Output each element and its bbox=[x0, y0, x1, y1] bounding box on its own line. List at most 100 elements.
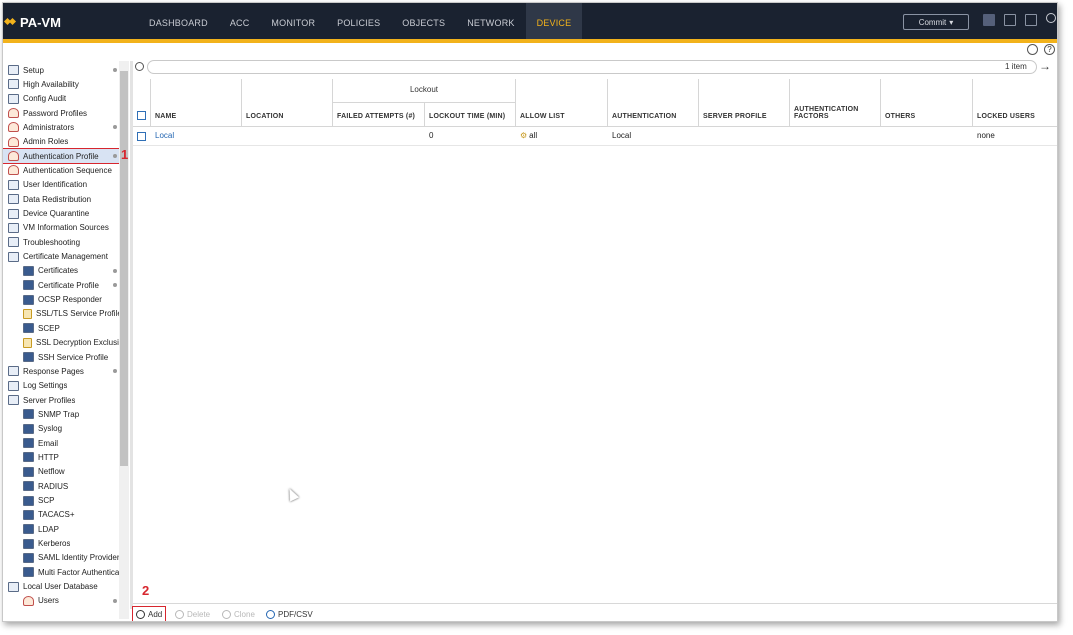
sidebar-item-kerberos[interactable]: Kerberos bbox=[3, 537, 121, 551]
sidebar-icon bbox=[23, 337, 32, 348]
sidebar-item-label: User Identification bbox=[23, 180, 88, 190]
help-icon[interactable]: ? bbox=[1044, 44, 1055, 55]
task-manager-icon[interactable] bbox=[1025, 14, 1037, 26]
sidebar-item-ssl-tls-service-profile[interactable]: SSL/TLS Service Profile bbox=[3, 307, 121, 321]
sidebar-item-label: Certificates bbox=[38, 266, 79, 276]
status-dot bbox=[113, 283, 117, 288]
sidebar-icon bbox=[8, 93, 19, 104]
sidebar-item-ssh-service-profile[interactable]: SSH Service Profile bbox=[3, 350, 121, 364]
sidebar-icon bbox=[8, 194, 19, 205]
nav-tab-dashboard[interactable]: DASHBOARD bbox=[138, 3, 219, 39]
sidebar-item-high-availability[interactable]: High Availability bbox=[3, 77, 121, 91]
sidebar-icon bbox=[23, 567, 34, 578]
sidebar-item-netflow[interactable]: Netflow bbox=[3, 465, 121, 479]
sidebar-icon bbox=[8, 179, 19, 190]
sidebar-item-ocsp-responder[interactable]: OCSP Responder bbox=[3, 293, 121, 307]
sidebar-item-ssl-decryption-exclusion[interactable]: SSL Decryption Exclusion bbox=[3, 336, 121, 350]
add-button[interactable]: Add bbox=[131, 606, 167, 621]
nav-tab-acc[interactable]: ACC bbox=[219, 3, 261, 39]
sidebar-item-radius[interactable]: RADIUS bbox=[3, 479, 121, 493]
sidebar-icon bbox=[8, 380, 19, 391]
sidebar-item-multi-factor-authentication[interactable]: Multi Factor Authentication bbox=[3, 565, 121, 579]
global-search-icon[interactable] bbox=[1046, 13, 1056, 23]
filter-input[interactable] bbox=[147, 60, 1037, 74]
divider bbox=[983, 14, 995, 26]
sidebar-item-snmp-trap[interactable]: SNMP Trap bbox=[3, 407, 121, 421]
column-header-allow-list[interactable]: ALLOW LIST bbox=[516, 79, 608, 127]
pdf-csv-button[interactable]: PDF/CSV bbox=[266, 607, 313, 621]
sidebar-item-saml-identity-provider[interactable]: SAML Identity Provider bbox=[3, 551, 121, 565]
sidebar-item-http[interactable]: HTTP bbox=[3, 450, 121, 464]
sidebar-item-log-settings[interactable]: Log Settings bbox=[3, 379, 121, 393]
sidebar-item-syslog[interactable]: Syslog bbox=[3, 422, 121, 436]
column-header-location[interactable]: LOCATION bbox=[242, 79, 333, 127]
cell-name[interactable]: Local bbox=[155, 131, 174, 140]
column-header-others[interactable]: OTHERS bbox=[881, 79, 973, 127]
sidebar-item-local-user-database[interactable]: Local User Database bbox=[3, 580, 121, 594]
nav-tab-monitor[interactable]: MONITOR bbox=[260, 3, 326, 39]
sidebar-item-certificate-profile[interactable]: Certificate Profile bbox=[3, 278, 121, 292]
column-header-authentication-factors[interactable]: AUTHENTICATION FACTORS bbox=[790, 79, 881, 127]
column-header-locked-users[interactable]: LOCKED USERS bbox=[973, 79, 1057, 127]
config-lock-icon[interactable] bbox=[1004, 14, 1016, 26]
sidebar-item-authentication-profile[interactable]: Authentication Profile bbox=[3, 148, 122, 165]
sidebar-icon bbox=[23, 409, 34, 420]
sidebar-item-label: Server Profiles bbox=[23, 395, 76, 405]
column-header-server-profile[interactable]: SERVER PROFILE bbox=[699, 79, 790, 127]
sidebar-item-server-profiles[interactable]: Server Profiles bbox=[3, 393, 121, 407]
nav-tab-network[interactable]: NETWORK bbox=[456, 3, 525, 39]
sidebar-item-users[interactable]: Users bbox=[3, 594, 121, 608]
annotation-2: 2 bbox=[142, 583, 150, 598]
nav-tab-device[interactable]: DEVICE bbox=[525, 3, 583, 39]
sidebar-item-setup[interactable]: Setup bbox=[3, 63, 121, 77]
status-dot bbox=[113, 154, 117, 159]
sidebar-icon bbox=[23, 294, 34, 305]
sidebar-item-admin-roles[interactable]: Admin Roles bbox=[3, 135, 121, 149]
sidebar-item-data-redistribution[interactable]: Data Redistribution bbox=[3, 192, 121, 206]
sidebar-item-user-identification[interactable]: User Identification bbox=[3, 178, 121, 192]
pdf-icon bbox=[266, 609, 275, 619]
scrollbar-thumb[interactable] bbox=[120, 71, 128, 466]
sidebar-item-label: Data Redistribution bbox=[23, 194, 92, 204]
status-dot bbox=[113, 369, 117, 374]
sidebar-item-email[interactable]: Email bbox=[3, 436, 121, 450]
sidebar-item-tacacs-[interactable]: TACACS+ bbox=[3, 508, 121, 522]
sidebar-item-label: Syslog bbox=[38, 424, 63, 434]
sidebar-item-config-audit[interactable]: Config Audit bbox=[3, 92, 121, 106]
sidebar-item-scep[interactable]: SCEP bbox=[3, 321, 121, 335]
sidebar-item-password-profiles[interactable]: Password Profiles bbox=[3, 106, 121, 120]
sidebar-item-administrators[interactable]: Administrators bbox=[3, 120, 121, 134]
sidebar-item-device-quarantine[interactable]: Device Quarantine bbox=[3, 207, 121, 221]
sidebar-item-certificate-management[interactable]: Certificate Management bbox=[3, 250, 121, 264]
nav-tab-objects[interactable]: OBJECTS bbox=[391, 3, 456, 39]
sidebar-icon bbox=[8, 395, 19, 406]
delete-button[interactable]: Delete bbox=[175, 607, 210, 621]
commit-button[interactable]: Commit ▾ bbox=[903, 14, 969, 30]
top-bar: PA-VM DASHBOARD ACC MONITOR POLICIES OBJECTS… bbox=[3, 3, 1057, 39]
sidebar-item-ldap[interactable]: LDAP bbox=[3, 522, 121, 536]
column-header-name[interactable]: NAME bbox=[151, 79, 242, 127]
column-header-label: LOCKED USERS bbox=[977, 113, 1036, 120]
sidebar-item-certificates[interactable]: Certificates bbox=[3, 264, 121, 278]
nav-tab-policies[interactable]: POLICIES bbox=[326, 3, 391, 39]
row-checkbox[interactable] bbox=[137, 132, 146, 141]
column-header-failed-attempts-[interactable]: FAILED ATTEMPTS (#) bbox=[333, 103, 425, 127]
sidebar-item-label: Response Pages bbox=[23, 366, 84, 376]
refresh-icon[interactable] bbox=[1027, 44, 1038, 55]
sidebar-scrollbar[interactable] bbox=[119, 61, 129, 619]
sidebar-item-scp[interactable]: SCP bbox=[3, 494, 121, 508]
select-all-header bbox=[133, 79, 151, 127]
sidebar-item-troubleshooting[interactable]: Troubleshooting bbox=[3, 235, 121, 249]
sidebar-item-response-pages[interactable]: Response Pages bbox=[3, 364, 121, 378]
apply-filter-icon[interactable]: → bbox=[1039, 59, 1051, 73]
sidebar-item-authentication-sequence[interactable]: Authentication Sequence bbox=[3, 163, 121, 177]
column-header-authentication[interactable]: AUTHENTICATION bbox=[608, 79, 699, 127]
sidebar-item-vm-information-sources[interactable]: VM Information Sources bbox=[3, 221, 121, 235]
logo-icon bbox=[3, 15, 17, 29]
select-all-checkbox[interactable] bbox=[137, 111, 146, 120]
sidebar-item-label: Setup bbox=[23, 65, 44, 75]
column-header-lockout-time-min-[interactable]: LOCKOUT TIME (MIN) bbox=[425, 103, 516, 127]
column-header-label: AUTHENTICATION FACTORS bbox=[794, 106, 859, 120]
clone-button[interactable]: Clone bbox=[222, 607, 255, 621]
sidebar-icon bbox=[23, 595, 34, 606]
